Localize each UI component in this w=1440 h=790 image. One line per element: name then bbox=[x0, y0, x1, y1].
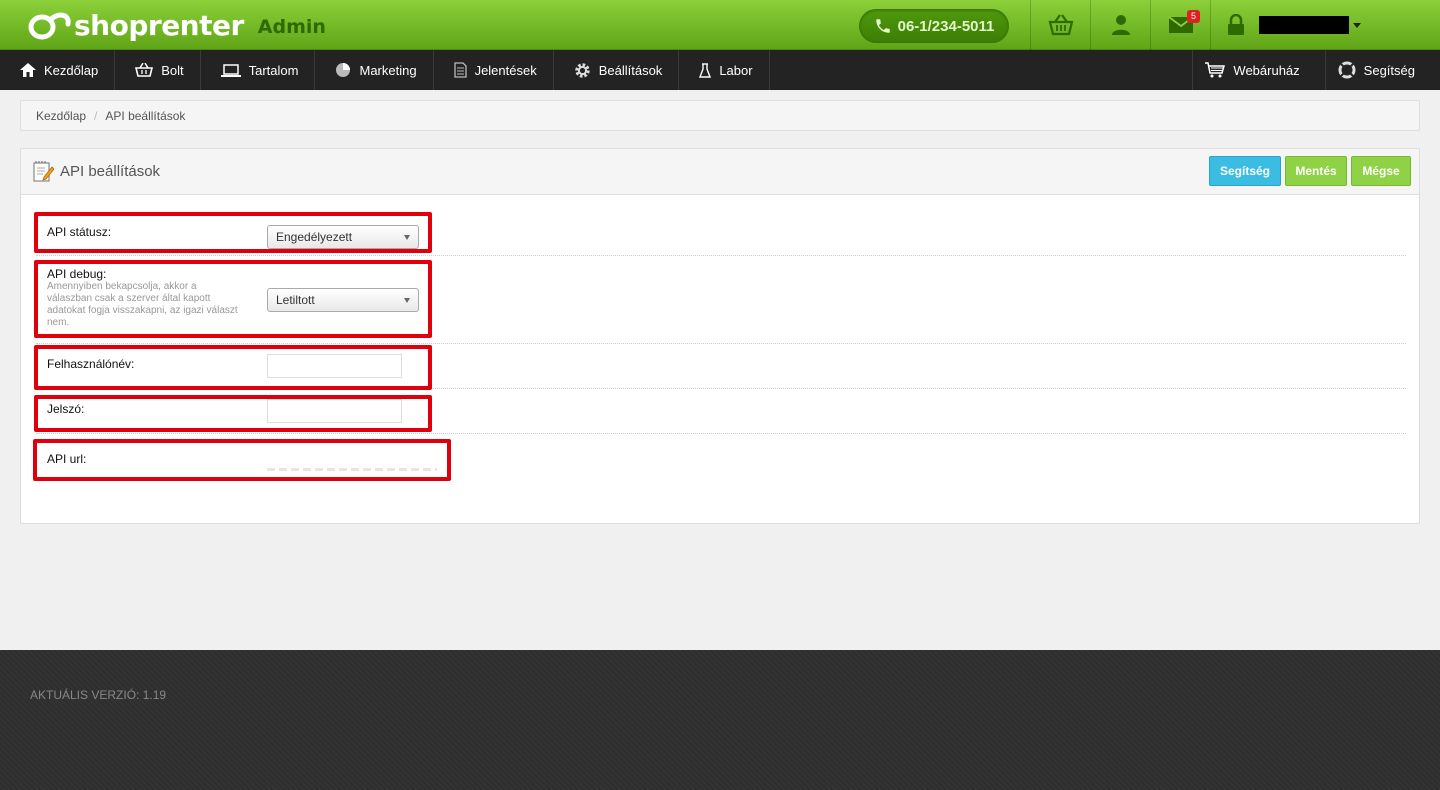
username-redacted bbox=[1259, 16, 1349, 34]
main-nav: Kezdőlap Bolt Tartalom Marketing Jelenté… bbox=[0, 50, 1440, 90]
home-icon bbox=[20, 63, 36, 77]
phone-icon bbox=[875, 19, 890, 33]
save-button[interactable]: Mentés bbox=[1285, 156, 1347, 186]
version-text: AKTUÁLIS VERZIÓ: 1.19 bbox=[30, 688, 167, 702]
flask-icon bbox=[699, 62, 712, 78]
nav-item-label: Tartalom bbox=[248, 62, 299, 78]
nav-item-help[interactable]: Segítség bbox=[1324, 50, 1440, 90]
messages-button[interactable]: 5 bbox=[1150, 0, 1210, 50]
shoprenter-logo[interactable]: shoprenter Admin bbox=[28, 8, 326, 42]
phone-number: 06-1/234-5011 bbox=[897, 17, 995, 35]
highlight-box-username bbox=[34, 345, 432, 390]
panel-actions: Segítség Mentés Mégse bbox=[1209, 156, 1411, 186]
cart-icon bbox=[1205, 62, 1226, 78]
lock-icon bbox=[1228, 14, 1244, 35]
breadcrumb-separator: / bbox=[94, 108, 98, 123]
nav-item-storefront[interactable]: Webáruház bbox=[1192, 50, 1324, 90]
breadcrumb-current: API beállítások bbox=[105, 108, 186, 123]
top-bar: shoprenter Admin 06-1/234-5011 5 bbox=[0, 0, 1440, 50]
panel-title-text: API beállítások bbox=[60, 163, 161, 180]
chevron-down-icon bbox=[1353, 22, 1361, 28]
panel-title: API beállítások bbox=[33, 161, 160, 182]
panel-header: API beállítások Segítség Mentés Mégse bbox=[21, 149, 1419, 195]
edit-document-icon bbox=[33, 161, 54, 182]
lifebuoy-icon bbox=[1338, 61, 1356, 79]
nav-item-marketing[interactable]: Marketing bbox=[315, 50, 434, 90]
logo-mark-icon bbox=[28, 10, 72, 40]
highlight-box-api-url bbox=[33, 439, 451, 481]
api-settings-panel: API beállítások Segítség Mentés Mégse AP… bbox=[20, 148, 1420, 524]
nav-item-home[interactable]: Kezdőlap bbox=[0, 50, 116, 90]
gear-icon bbox=[574, 62, 590, 78]
nav-item-label: Kezdőlap bbox=[44, 62, 99, 78]
nav-item-reports[interactable]: Jelentések bbox=[434, 50, 554, 90]
nav-item-content[interactable]: Tartalom bbox=[201, 50, 316, 90]
messages-badge: 5 bbox=[1187, 10, 1200, 23]
help-button[interactable]: Segítség bbox=[1209, 156, 1281, 186]
nav-item-label: Labor bbox=[719, 62, 753, 78]
logo-admin-label: Admin bbox=[257, 16, 326, 38]
breadcrumb: Kezdőlap / API beállítások bbox=[20, 100, 1420, 131]
cancel-button[interactable]: Mégse bbox=[1351, 156, 1411, 186]
highlight-box-password bbox=[34, 395, 432, 432]
nav-item-label: Webáruház bbox=[1233, 62, 1300, 78]
user-menu[interactable] bbox=[1210, 0, 1440, 50]
highlight-box-api-debug bbox=[34, 260, 432, 338]
logo-text: shoprenter bbox=[74, 8, 244, 42]
nav-item-label: Jelentések bbox=[474, 62, 537, 78]
phone-button[interactable]: 06-1/234-5011 bbox=[859, 9, 1009, 43]
nav-item-labor[interactable]: Labor bbox=[679, 50, 770, 90]
highlight-box-api-status bbox=[34, 212, 432, 253]
basket-button[interactable] bbox=[1030, 0, 1090, 50]
basket-icon bbox=[1048, 14, 1073, 36]
nav-item-label: Bolt bbox=[161, 62, 184, 78]
nav-item-shop[interactable]: Bolt bbox=[115, 50, 201, 90]
nav-right-group: Webáruház Segítség bbox=[1192, 50, 1440, 90]
user-button[interactable] bbox=[1090, 0, 1150, 50]
footer: AKTUÁLIS VERZIÓ: 1.19 bbox=[0, 650, 1440, 790]
nav-item-label: Marketing bbox=[359, 62, 417, 78]
nav-item-label: Beállítások bbox=[598, 62, 663, 78]
nav-item-settings[interactable]: Beállítások bbox=[554, 50, 680, 90]
top-icon-group: 5 bbox=[1030, 0, 1210, 50]
nav-item-label: Segítség bbox=[1363, 62, 1415, 78]
laptop-icon bbox=[220, 63, 241, 77]
breadcrumb-home-link[interactable]: Kezdőlap bbox=[36, 109, 86, 123]
pie-chart-icon bbox=[336, 63, 351, 77]
document-icon bbox=[453, 62, 467, 78]
user-icon bbox=[1111, 15, 1130, 35]
basket-icon bbox=[135, 63, 154, 77]
